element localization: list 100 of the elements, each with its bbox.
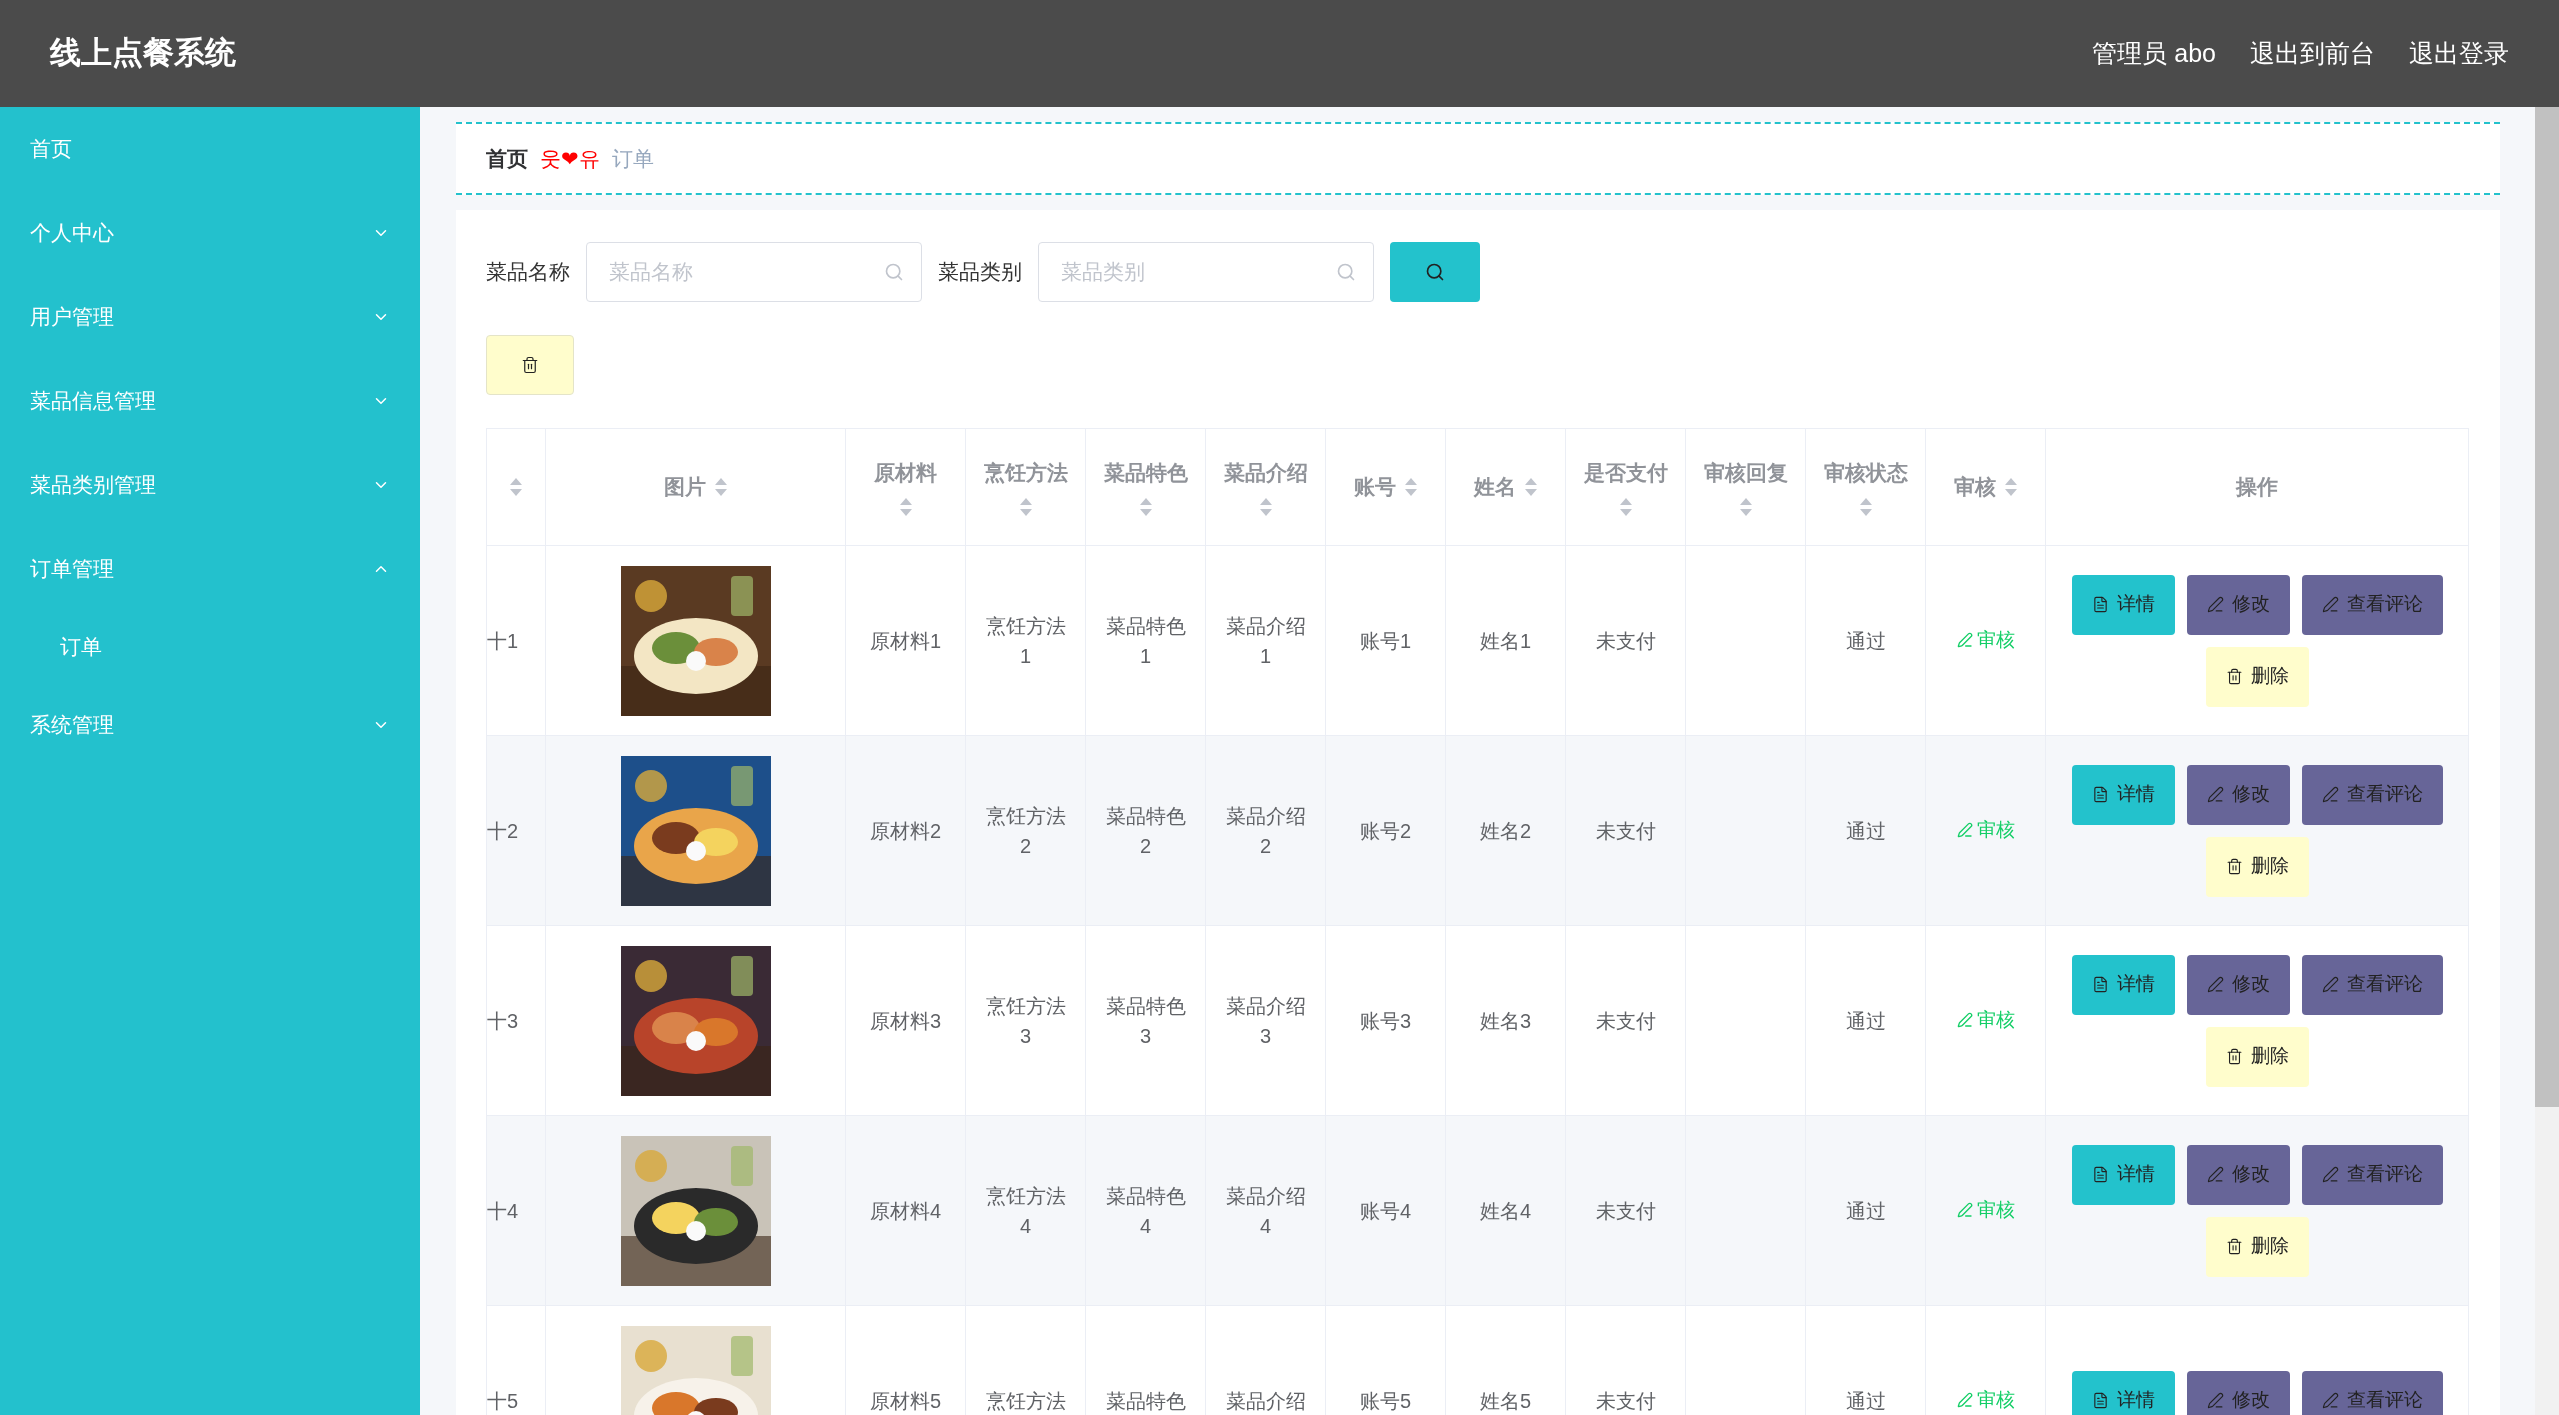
detail-button[interactable]: 详情 xyxy=(2071,574,2175,635)
delete-button[interactable]: 删除 xyxy=(2205,1216,2309,1277)
sort-icon[interactable] xyxy=(509,477,523,497)
pencil-icon xyxy=(2321,786,2339,803)
sidebar-item[interactable]: 订单管理 xyxy=(0,527,420,611)
sidebar-item[interactable]: 菜品类别管理 xyxy=(0,443,420,527)
sort-icon[interactable] xyxy=(1403,477,1418,497)
document-icon xyxy=(2091,976,2109,993)
table-cell: 未支付 xyxy=(1595,1199,1656,1222)
pencil-icon xyxy=(1956,632,1973,649)
table-cell: 烹饪方法3 xyxy=(985,994,1066,1047)
sort-icon[interactable] xyxy=(898,496,913,517)
edit-button[interactable]: 修改 xyxy=(2186,1370,2290,1415)
table-cell: 原材料1 xyxy=(869,629,942,652)
table-cell: 通过 xyxy=(1845,1389,1886,1412)
table-cell: 账号4 xyxy=(1359,1199,1412,1222)
pencil-icon xyxy=(2206,976,2224,993)
edit-button[interactable]: 修改 xyxy=(2186,954,2290,1015)
view-comments-button[interactable]: 查看评论 xyxy=(2301,1370,2443,1415)
pencil-icon xyxy=(1956,1012,1973,1029)
column-header[interactable]: 审核状态 xyxy=(1805,428,1926,546)
table-cell: 账号3 xyxy=(1359,1009,1412,1032)
detail-button[interactable]: 详情 xyxy=(2071,1370,2175,1415)
sort-icon[interactable] xyxy=(1523,477,1538,497)
pencil-icon xyxy=(2206,1392,2224,1409)
review-link[interactable]: 审核 xyxy=(1956,1005,2015,1035)
pencil-icon xyxy=(2206,1166,2224,1183)
sort-icon[interactable] xyxy=(2003,477,2018,497)
table-cell: 菜品介绍2 xyxy=(1225,804,1306,857)
detail-button[interactable]: 详情 xyxy=(2071,1144,2175,1205)
search-button[interactable] xyxy=(1390,242,1480,302)
search-field[interactable]: 菜品类别 xyxy=(1038,242,1374,302)
edit-button[interactable]: 修改 xyxy=(2186,574,2290,635)
delete-button[interactable]: 删除 xyxy=(2205,836,2309,897)
column-header[interactable]: 烹饪方法 xyxy=(965,428,1086,546)
column-header[interactable]: 姓名 xyxy=(1445,428,1566,546)
field-label: 菜品类别 xyxy=(938,259,1022,286)
sidebar-item[interactable]: 菜品信息管理 xyxy=(0,359,420,443)
sort-icon[interactable] xyxy=(1018,496,1033,517)
view-comments-button[interactable]: 查看评论 xyxy=(2301,1144,2443,1205)
column-header[interactable]: 是否支付 xyxy=(1565,428,1686,546)
table-cell: 菜品介绍1 xyxy=(1225,614,1306,667)
table-cell: 通过 xyxy=(1845,629,1886,652)
edit-button[interactable]: 修改 xyxy=(2186,1144,2290,1205)
sidebar-item[interactable]: 个人中心 xyxy=(0,191,420,275)
table-cell: 账号5 xyxy=(1359,1389,1412,1412)
view-comments-button[interactable]: 查看评论 xyxy=(2301,574,2443,635)
view-comments-button[interactable]: 查看评论 xyxy=(2301,764,2443,825)
delete-button[interactable]: 删除 xyxy=(2205,1026,2309,1087)
sort-icon[interactable] xyxy=(1138,496,1153,517)
column-header[interactable]: 审核 xyxy=(1925,428,2046,546)
table-cell: 原材料2 xyxy=(869,819,942,842)
sidebar-subitem[interactable]: 订单 xyxy=(0,611,420,683)
column-header[interactable]: 菜品特色 xyxy=(1085,428,1206,546)
sort-icon[interactable] xyxy=(1258,496,1273,517)
sidebar-item[interactable]: 首页 xyxy=(0,107,420,191)
table-cell: 菜品介绍3 xyxy=(1225,994,1306,1047)
table-cell: 姓名3 xyxy=(1479,1009,1532,1032)
column-header[interactable]: 图片 xyxy=(545,428,846,546)
detail-button[interactable]: 详情 xyxy=(2071,764,2175,825)
table-cell: 通过 xyxy=(1845,1199,1886,1222)
column-header[interactable]: 审核回复 xyxy=(1685,428,1806,546)
search-icon xyxy=(1425,262,1445,282)
pencil-icon xyxy=(2206,786,2224,803)
column-header[interactable] xyxy=(486,428,546,546)
header-link[interactable]: 退出到前台 xyxy=(2250,34,2375,73)
review-link[interactable]: 审核 xyxy=(1956,815,2015,845)
pencil-icon xyxy=(2321,976,2339,993)
sort-icon[interactable] xyxy=(1618,496,1633,517)
breadcrumb-home[interactable]: 首页 xyxy=(486,142,528,175)
review-link[interactable]: 审核 xyxy=(1956,625,2015,655)
document-icon xyxy=(2091,786,2109,803)
search-icon xyxy=(884,262,904,282)
column-header[interactable]: 菜品介绍 xyxy=(1205,428,1326,546)
header-link[interactable]: 管理员 abo xyxy=(2092,34,2216,73)
review-link[interactable]: 审核 xyxy=(1956,1195,2015,1225)
table-cell: 十4 xyxy=(486,1115,546,1306)
sort-icon[interactable] xyxy=(1858,496,1873,517)
detail-button[interactable]: 详情 xyxy=(2071,954,2175,1015)
column-header[interactable]: 账号 xyxy=(1325,428,1446,546)
scrollbar[interactable] xyxy=(2535,107,2559,1415)
sidebar-item[interactable]: 系统管理 xyxy=(0,683,420,767)
column-header[interactable]: 原材料 xyxy=(845,428,966,546)
delete-button[interactable]: 删除 xyxy=(2205,646,2309,707)
column-header[interactable]: 操作 xyxy=(2045,428,2469,546)
pencil-icon xyxy=(2321,596,2339,613)
pencil-icon xyxy=(1956,1392,1973,1409)
table-cell: 烹饪方法1 xyxy=(985,614,1066,667)
sidebar-item[interactable]: 用户管理 xyxy=(0,275,420,359)
search-field[interactable]: 菜品名称 xyxy=(586,242,922,302)
sort-icon[interactable] xyxy=(1738,496,1753,517)
batch-delete-button[interactable] xyxy=(486,335,574,395)
view-comments-button[interactable]: 查看评论 xyxy=(2301,954,2443,1015)
review-link[interactable]: 审核 xyxy=(1956,1385,2015,1415)
sort-icon[interactable] xyxy=(713,477,728,497)
document-icon xyxy=(2091,1166,2109,1183)
table-cell: 未支付 xyxy=(1595,819,1656,842)
edit-button[interactable]: 修改 xyxy=(2186,764,2290,825)
pencil-icon xyxy=(2321,1392,2339,1409)
header-link[interactable]: 退出登录 xyxy=(2409,34,2509,73)
